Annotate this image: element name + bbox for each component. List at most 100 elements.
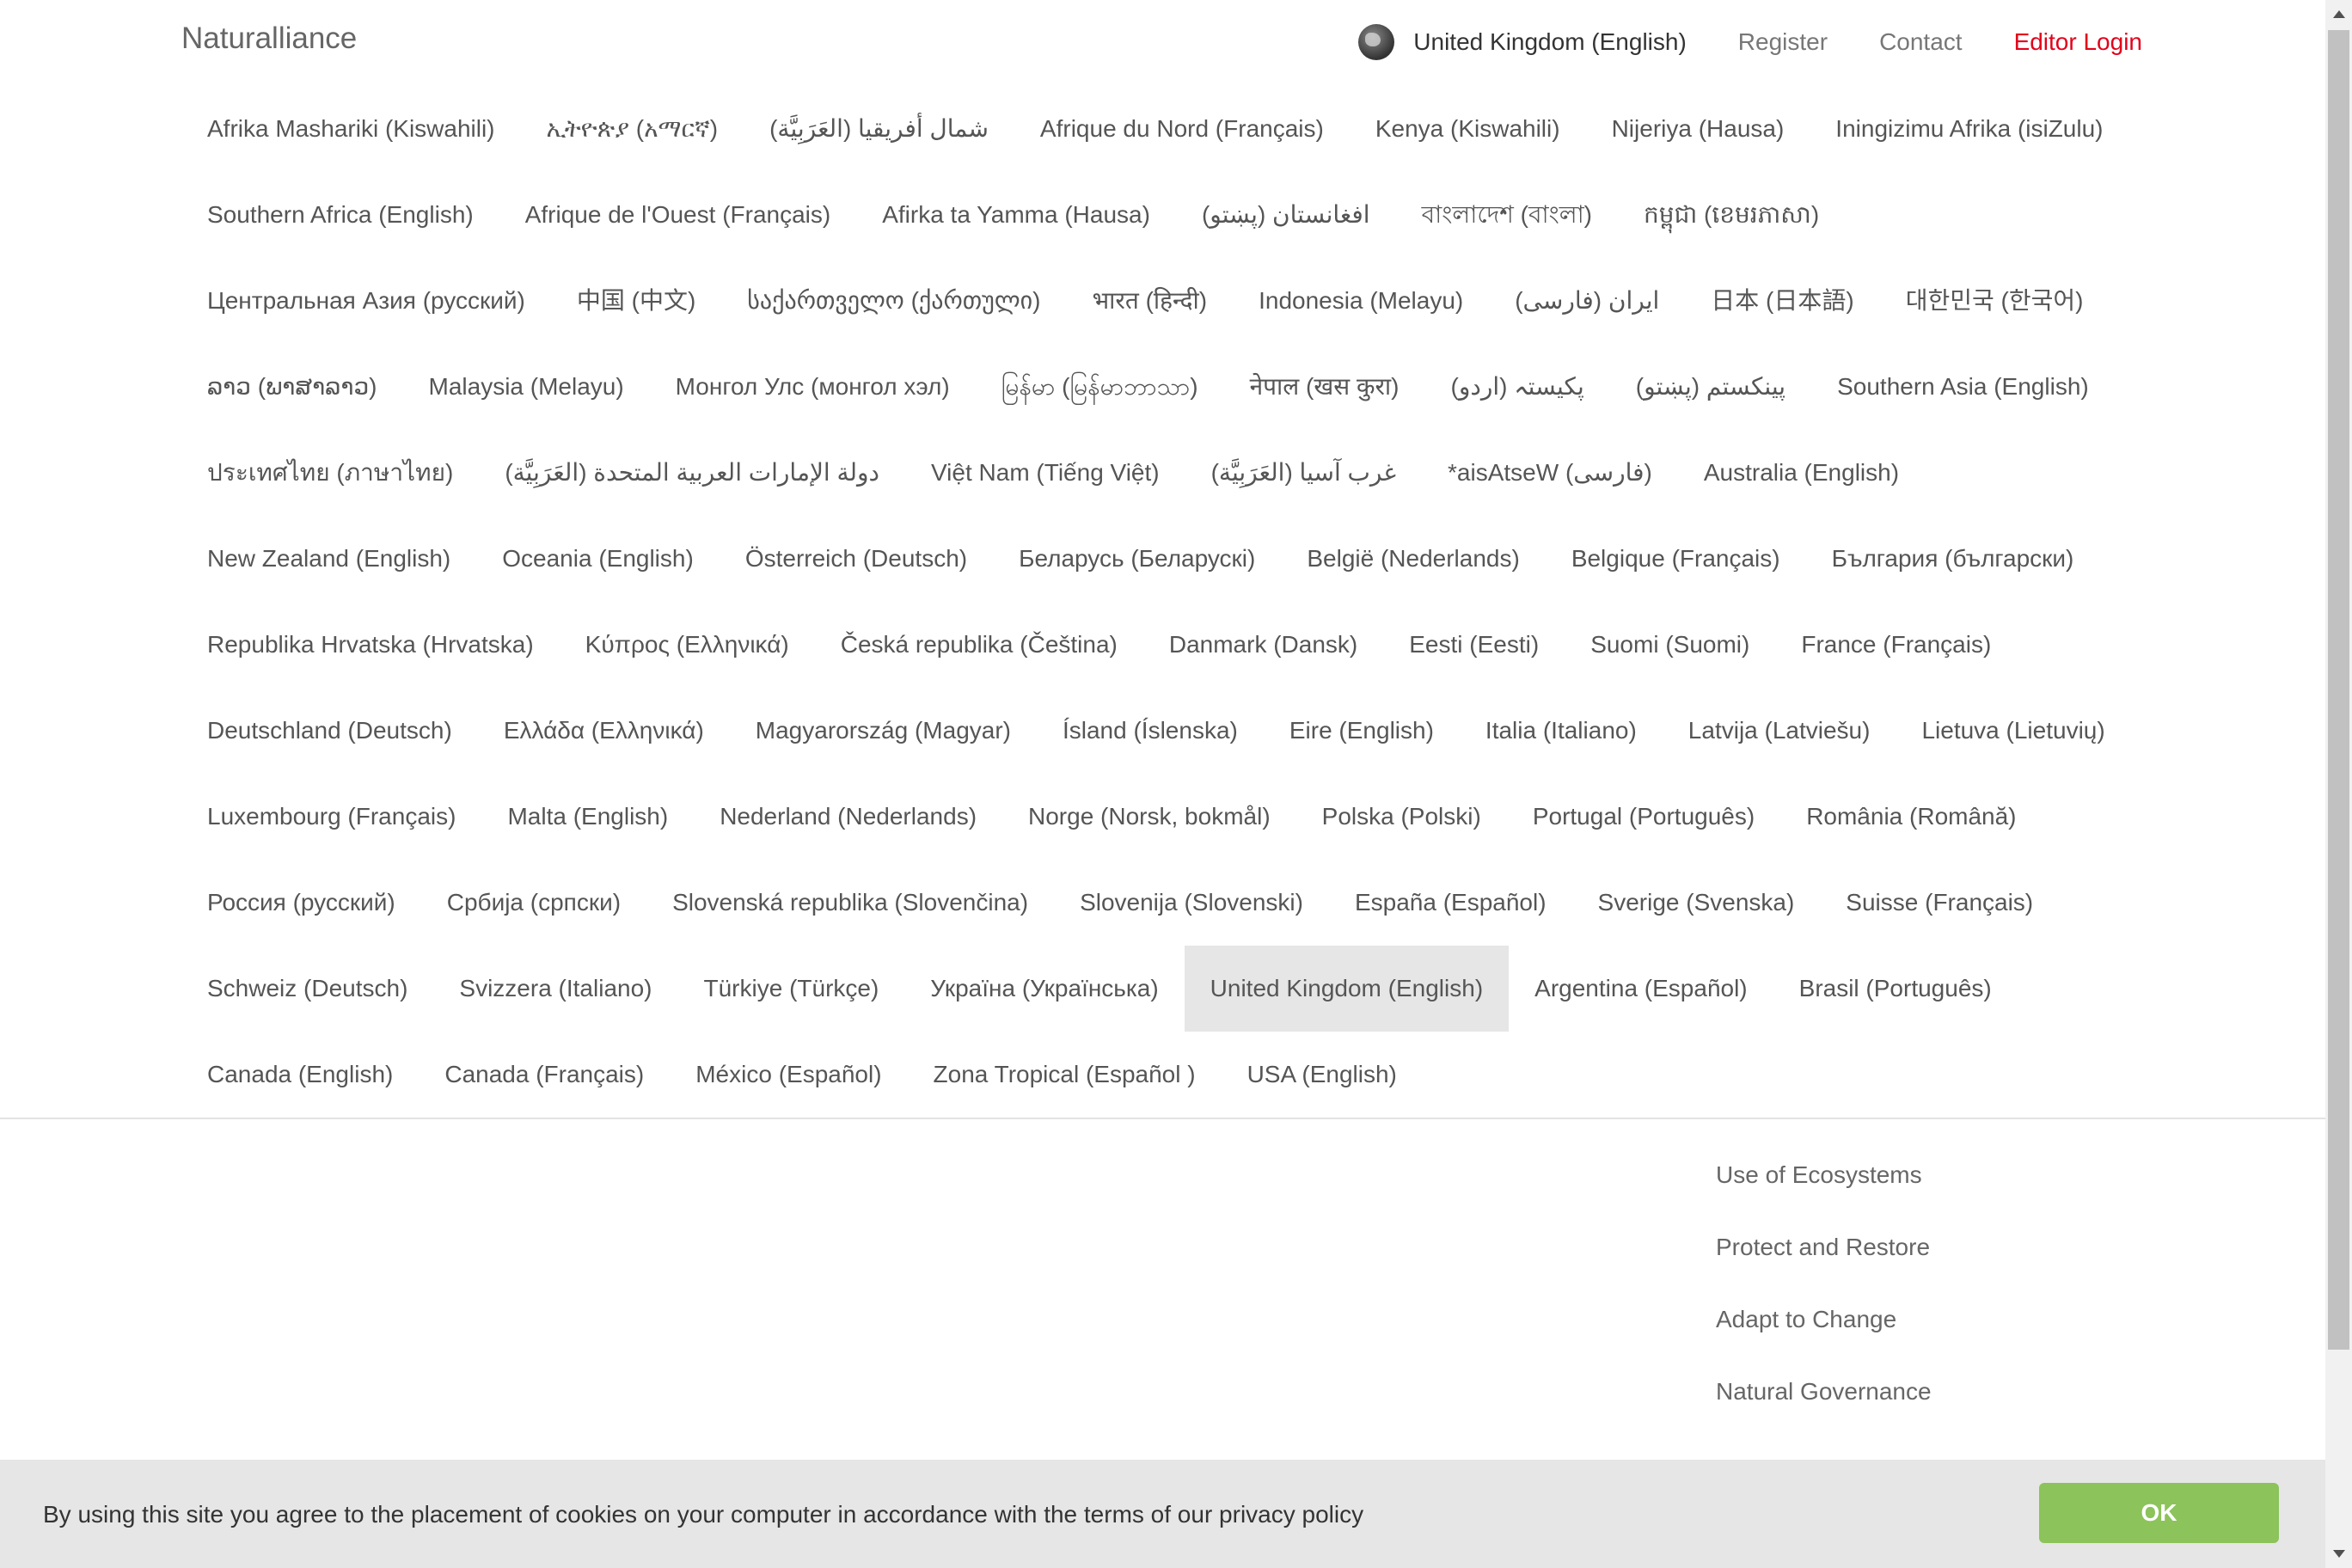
country-link[interactable]: Afrika Mashariki (Kiswahili) [181, 86, 521, 172]
country-link[interactable]: Belgique (Français) [1546, 516, 1806, 602]
country-link[interactable]: Southern Asia (English) [1811, 344, 2115, 430]
country-link[interactable]: Sverige (Svenska) [1572, 860, 1821, 946]
country-link[interactable]: Slovenija (Slovenski) [1054, 860, 1329, 946]
country-link[interactable]: Svizzera (Italiano) [433, 946, 677, 1032]
country-link[interactable]: Ελλάδα (Ελληνικά) [478, 688, 730, 774]
country-link[interactable]: Argentina (Español) [1509, 946, 1773, 1032]
country-link[interactable]: پکیستہ (اردو) [1425, 344, 1610, 430]
country-link[interactable]: Indonesia (Melayu) [1233, 258, 1489, 344]
scrollbar[interactable] [2325, 0, 2352, 1568]
country-link[interactable]: Brasil (Português) [1773, 946, 2018, 1032]
country-link[interactable]: غرب آسيا (العَرَبِيَّة) [1185, 430, 1422, 516]
cookie-banner: By using this site you agree to the plac… [0, 1460, 2325, 1568]
footer-link-natural-governance[interactable]: Natural Governance [1716, 1350, 1932, 1422]
footer-links: Use of Ecosystems Protect and Restore Ad… [1716, 1133, 1932, 1422]
country-link[interactable]: Afirka ta Yamma (Hausa) [856, 172, 1176, 258]
country-link[interactable]: Беларусь (Беларускі) [993, 516, 1281, 602]
country-link[interactable]: Magyarország (Magyar) [730, 688, 1037, 774]
scroll-up-arrow-icon[interactable] [2333, 10, 2345, 18]
country-link[interactable]: Canada (Français) [419, 1032, 670, 1118]
country-link[interactable]: România (Română) [1780, 774, 2042, 860]
register-link[interactable]: Register [1738, 28, 1828, 56]
country-link[interactable]: Danmark (Dansk) [1143, 602, 1383, 688]
globe-icon [1358, 24, 1395, 60]
country-link[interactable]: Türkiye (Türkçe) [678, 946, 905, 1032]
cookie-ok-button[interactable]: OK [2039, 1483, 2279, 1543]
country-link[interactable]: Κύπρος (Ελληνικά) [560, 602, 815, 688]
country-link[interactable]: Afrique du Nord (Français) [1014, 86, 1350, 172]
country-link[interactable]: پینکستم (پښتو) [1610, 344, 1811, 430]
country-link[interactable]: Portugal (Português) [1507, 774, 1780, 860]
country-link[interactable]: Việt Nam (Tiếng Việt) [905, 430, 1185, 516]
country-link[interactable]: Canada (English) [181, 1032, 419, 1118]
country-link[interactable]: България (български) [1806, 516, 2100, 602]
country-link[interactable]: France (Français) [1775, 602, 2017, 688]
country-link[interactable]: Česká republika (Čeština) [815, 602, 1143, 688]
country-link[interactable]: Österreich (Deutsch) [720, 516, 993, 602]
editor-login-link[interactable]: Editor Login [2014, 28, 2142, 56]
site-logo[interactable]: Naturalliance [181, 21, 357, 56]
contact-link[interactable]: Contact [1879, 28, 1963, 56]
country-link[interactable]: Deutschland (Deutsch) [181, 688, 478, 774]
country-link[interactable]: Afrique de l'Ouest (Français) [499, 172, 856, 258]
country-link[interactable]: Luxembourg (Français) [181, 774, 481, 860]
country-link[interactable]: ኢትዮጵያ (አማርኛ) [521, 86, 744, 172]
country-link[interactable]: Україна (Українська) [904, 946, 1184, 1032]
country-link[interactable]: Монгол Улс (монгол хэл) [650, 344, 976, 430]
language-selector[interactable]: United Kingdom (English) [1358, 24, 1687, 60]
country-link[interactable]: 대한민국 (한국어) [1880, 258, 2110, 344]
country-link[interactable]: Southern Africa (English) [181, 172, 499, 258]
country-link[interactable]: Россия (русский) [181, 860, 421, 946]
country-link[interactable]: भारत (हिन्दी) [1066, 258, 1233, 344]
country-link[interactable]: Kenya (Kiswahili) [1350, 86, 1586, 172]
country-link[interactable]: *aisAtseW (فارسی) [1422, 430, 1678, 516]
country-link[interactable]: Центральная Азия (русский) [181, 258, 551, 344]
footer-link-adapt-to-change[interactable]: Adapt to Change [1716, 1277, 1932, 1350]
country-link[interactable]: Polska (Polski) [1296, 774, 1507, 860]
country-link[interactable]: New Zealand (English) [181, 516, 476, 602]
country-link[interactable]: Slovenská republika (Slovenčina) [646, 860, 1054, 946]
country-link[interactable]: Malaysia (Melayu) [403, 344, 650, 430]
country-link[interactable]: Eire (English) [1264, 688, 1460, 774]
country-link[interactable]: USA (English) [1222, 1032, 1423, 1118]
country-link[interactable]: Ísland (Íslenska) [1037, 688, 1264, 774]
country-link[interactable]: México (Español) [670, 1032, 907, 1118]
country-link[interactable]: شمال أفريقيا (العَرَبِيَّة) [744, 86, 1014, 172]
country-link[interactable]: বাংলাদেশ (বাংলা) [1396, 172, 1618, 258]
country-link[interactable]: 中国 (中文) [551, 258, 721, 344]
country-link[interactable]: Nederland (Nederlands) [694, 774, 1002, 860]
country-link[interactable]: საქართველო (ქართული) [721, 258, 1066, 344]
country-link[interactable]: ایران (فارسی) [1489, 258, 1685, 344]
country-link[interactable]: دولة الإمارات العربية المتحدة (العَرَبِي… [479, 430, 905, 516]
country-link[interactable]: Italia (Italiano) [1460, 688, 1663, 774]
country-link[interactable]: United Kingdom (English) [1184, 946, 1510, 1032]
country-link[interactable]: افغانستان (پښتو) [1176, 172, 1396, 258]
country-link[interactable]: Oceania (English) [476, 516, 720, 602]
country-link[interactable]: Malta (English) [481, 774, 694, 860]
country-link[interactable]: Latvija (Latviešu) [1663, 688, 1896, 774]
country-link[interactable]: Norge (Norsk, bokmål) [1002, 774, 1296, 860]
country-link[interactable]: Nijeriya (Hausa) [1586, 86, 1810, 172]
country-link[interactable]: Iningizimu Afrika (isiZulu) [1810, 86, 2128, 172]
country-link[interactable]: Suomi (Suomi) [1565, 602, 1775, 688]
country-link[interactable]: Lietuva (Lietuvių) [1896, 688, 2130, 774]
country-link[interactable]: Suisse (Français) [1820, 860, 2059, 946]
country-link[interactable]: 日本 (日本語) [1685, 258, 1879, 344]
country-link[interactable]: Republika Hrvatska (Hrvatska) [181, 602, 560, 688]
country-link[interactable]: Србија (српски) [421, 860, 646, 946]
country-link[interactable]: Australia (English) [1678, 430, 1925, 516]
country-link[interactable]: Schweiz (Deutsch) [181, 946, 433, 1032]
country-link[interactable]: မြန်မာ (မြန်မာဘာသာ) [976, 344, 1224, 430]
footer-link-use-of-ecosystems[interactable]: Use of Ecosystems [1716, 1133, 1932, 1205]
country-link[interactable]: Zona Tropical (Español ) [908, 1032, 1222, 1118]
country-link[interactable]: España (Español) [1329, 860, 1572, 946]
footer-link-protect-and-restore[interactable]: Protect and Restore [1716, 1205, 1932, 1277]
country-link[interactable]: ລາວ (ພາສາລາວ) [181, 344, 403, 430]
country-link[interactable]: Eesti (Eesti) [1383, 602, 1565, 688]
country-link[interactable]: België (Nederlands) [1281, 516, 1545, 602]
country-link[interactable]: नेपाल (खस कुरा) [1224, 344, 1425, 430]
country-link[interactable]: ประเทศไทย (ภาษาไทย) [181, 430, 479, 516]
country-link[interactable]: កម្ពុជា (ខេមរភាសា) [1618, 172, 1845, 258]
scroll-down-arrow-icon[interactable] [2333, 1550, 2345, 1558]
scrollbar-thumb[interactable] [2328, 30, 2349, 1350]
